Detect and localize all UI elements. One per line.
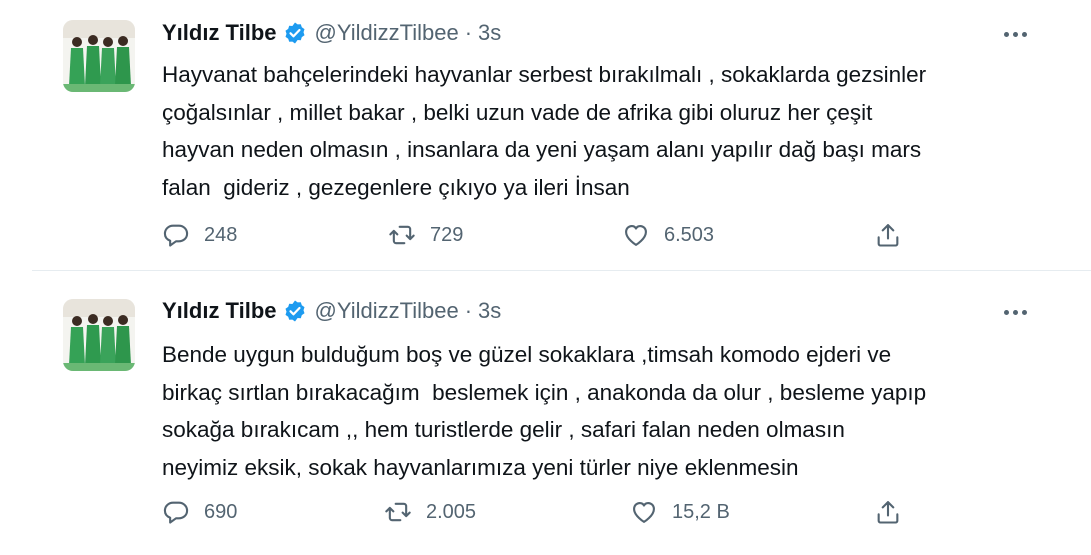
share-button[interactable] [874,219,916,251]
tweet-text: Bende uygun bulduğum boş ve güzel sokakl… [162,342,927,480]
reply-icon [163,224,189,247]
reply-icon [163,501,189,524]
user-handle[interactable]: @YildizzTilbee [315,20,459,46]
tweet-text: Hayvanat bahçelerindeki hayvanlar serbes… [162,62,927,200]
reply-count: 248 [204,223,238,246]
heart-icon [625,224,647,246]
retweet-icon [389,225,415,245]
like-count: 15,2 B [672,500,730,523]
reply-button[interactable]: 690 [162,496,237,528]
avatar[interactable] [63,299,135,371]
more-options-icon[interactable] [999,22,1031,46]
timestamp[interactable]: 3s [478,20,501,46]
retweet-button[interactable]: 2.005 [384,496,476,528]
display-name[interactable]: Yıldız Tilbe [162,20,277,46]
share-button[interactable] [874,496,916,528]
reply-button[interactable]: 248 [162,219,237,251]
retweet-count: 2.005 [426,500,477,523]
retweet-count: 729 [430,223,464,246]
display-name[interactable]: Yıldız Tilbe [162,298,277,324]
avatar[interactable] [63,20,135,92]
separator: · [464,20,473,45]
like-button[interactable]: 6.503 [622,219,714,251]
verified-badge-icon [283,21,307,45]
share-icon [877,501,899,524]
tweet-header: Yıldız Tilbe @YildizzTilbee · 3s [162,17,501,49]
more-options-icon[interactable] [999,300,1031,324]
retweet-button[interactable]: 729 [388,219,463,251]
separator: · [464,298,473,323]
tweet-header: Yıldız Tilbe @YildizzTilbee · 3s [162,295,501,327]
tweet[interactable]: Yıldız Tilbe @YildizzTilbee · 3s Hayvana… [0,0,1091,270]
user-handle[interactable]: @YildizzTilbee [315,298,459,324]
like-count: 6.503 [664,223,715,246]
retweet-icon [385,502,411,522]
share-icon [877,224,899,247]
tweet[interactable]: Yıldız Tilbe @YildizzTilbee · 3s Bende u… [0,278,1091,555]
timestamp[interactable]: 3s [478,298,501,324]
tweet-actions: 690 2.005 15,2 B [162,496,922,528]
tweet-actions: 248 729 6.503 [162,219,922,251]
verified-badge-icon [283,299,307,323]
like-button[interactable]: 15,2 B [630,496,730,528]
tweet-divider [32,270,1091,271]
heart-icon [633,501,655,523]
reply-count: 690 [204,500,238,523]
